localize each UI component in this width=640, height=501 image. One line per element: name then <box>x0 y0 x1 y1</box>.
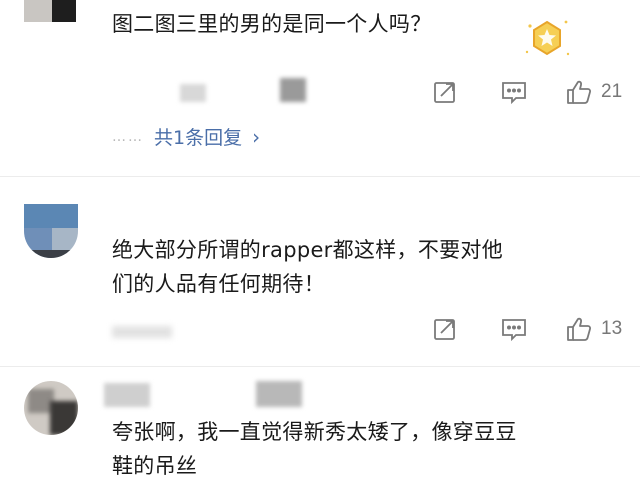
comment-actions: 21 <box>410 76 640 108</box>
blurred-username <box>104 383 150 407</box>
comment-text-line: 夸张啊，我一直觉得新秀太矮了，像穿豆豆 <box>112 420 517 444</box>
view-replies-link[interactable]: …… 共1条回复 › <box>112 123 260 150</box>
share-button[interactable] <box>432 313 458 345</box>
share-icon <box>432 79 458 105</box>
avatar[interactable] <box>24 204 78 258</box>
reply-button[interactable] <box>500 76 528 108</box>
comment-item: 图二图三里的男的是同一个人吗？ 21 …… 共1条回复 › <box>0 0 640 175</box>
comment-icon <box>500 316 528 342</box>
comment-text: 绝大部分所谓的rapper都这样，不要对他 们的人品有任何期待！ <box>112 233 622 301</box>
comment-text-line: 们的人品有任何期待！ <box>112 272 325 296</box>
comment-icon <box>500 79 528 105</box>
share-icon <box>432 316 458 342</box>
blurred-metadata <box>280 78 306 102</box>
thumbs-up-icon <box>565 78 593 106</box>
blurred-username <box>256 381 302 407</box>
comment-text-line: 绝大部分所谓的rapper都这样，不要对他 <box>112 238 504 262</box>
comment-text: 夸张啊，我一直觉得新秀太矮了，像穿豆豆 鞋的吊丝 <box>112 415 622 483</box>
like-button[interactable]: 13 <box>565 313 622 345</box>
avatar[interactable] <box>24 381 78 435</box>
like-count: 21 <box>601 81 623 102</box>
thumbs-up-icon <box>565 315 593 343</box>
share-button[interactable] <box>432 76 458 108</box>
reply-button[interactable] <box>500 313 528 345</box>
golden-medal-icon <box>522 14 572 64</box>
like-count: 13 <box>601 318 623 339</box>
blurred-metadata <box>180 84 206 102</box>
comment-item: 绝大部分所谓的rapper都这样，不要对他 们的人品有任何期待！ 13 <box>0 177 640 367</box>
avatar[interactable] <box>24 0 76 22</box>
comment-actions: 13 <box>410 313 640 345</box>
blurred-metadata <box>112 326 172 338</box>
replies-prefix: …… <box>112 128 144 145</box>
chevron-right-icon: › <box>252 124 261 149</box>
comment-item: 夸张啊，我一直觉得新秀太矮了，像穿豆豆 鞋的吊丝 <box>0 367 640 501</box>
like-button[interactable]: 21 <box>565 76 622 108</box>
replies-count-label: 共1条回复 <box>154 127 243 149</box>
comment-text-line: 鞋的吊丝 <box>112 454 198 478</box>
